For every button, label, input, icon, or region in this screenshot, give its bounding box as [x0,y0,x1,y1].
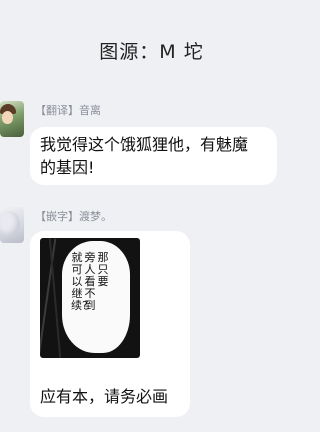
message-bubble[interactable]: 我觉得这个饿狐狸他，有魅魔 的基因! [30,127,277,185]
comic-image[interactable]: 那只要 旁人看不到 就可以继续? [40,238,140,358]
hair-strand [48,238,62,358]
sender-avatar[interactable] [0,207,24,243]
sender-name: 【翻译】音离 [35,104,101,117]
message-bubble[interactable]: 那只要 旁人看不到 就可以继续? 应有本，请务必画 [30,231,190,417]
avatar-face [2,111,13,124]
message-text: 应有本，请务必画 [40,387,169,406]
page-title: 图源：M 坨 [99,41,204,63]
avatar-illustration-icon [0,211,20,237]
speech-text: 就可以继续? [71,251,88,312]
message-text: 我觉得这个饿狐狸他，有魅魔 [40,135,249,154]
sender-name: 【嵌字】渡梦。 [35,210,112,223]
speech-text: 那只要 [97,251,109,288]
sender-avatar[interactable] [0,101,24,137]
message-text: 的基因! [40,158,95,177]
